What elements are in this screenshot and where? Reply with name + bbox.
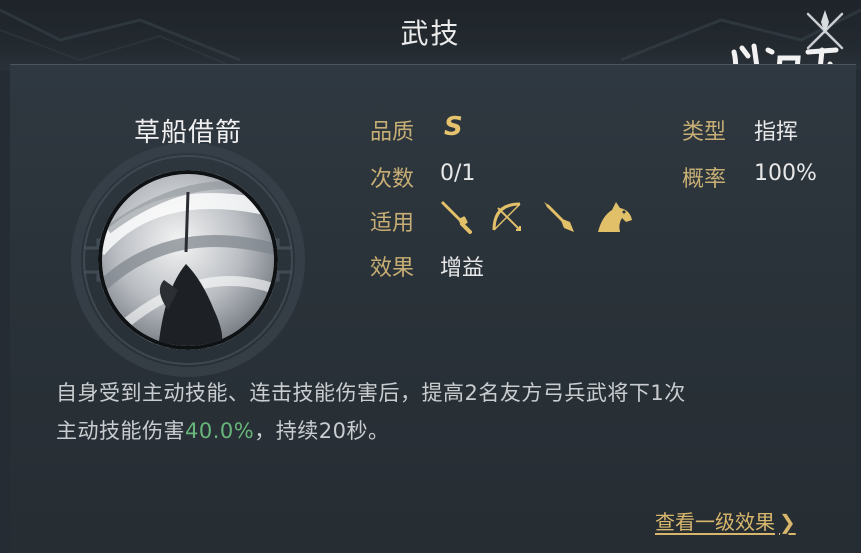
- description-line-2: 主动技能伤害40.0%，持续20秒。: [56, 412, 836, 450]
- view-level-one-effect-link[interactable]: 查看一级效果 ❯: [655, 506, 796, 535]
- description-text: 主动技能伤害: [56, 419, 185, 443]
- usable-label: 适用: [370, 211, 415, 236]
- effect-label: 效果: [370, 256, 415, 281]
- spear-icon: [544, 202, 574, 232]
- type-label: 类型: [682, 120, 727, 145]
- horse-icon: [598, 202, 632, 232]
- count-label: 次数: [370, 167, 415, 192]
- chance-value: 100%: [754, 161, 817, 186]
- skill-emblem-icon: [71, 143, 305, 377]
- type-value: 指挥: [754, 120, 799, 145]
- damage-bonus-value: 40.0%: [185, 419, 255, 443]
- chevron-right-icon[interactable]: ❯: [779, 510, 796, 534]
- chance-label: 概率: [682, 167, 727, 192]
- quality-label: 品质: [370, 120, 415, 145]
- effect-value: 增益: [440, 256, 485, 281]
- description-line-1: 自身受到主动技能、连击技能伤害后，提高2名友方弓兵武将下1次: [56, 381, 686, 405]
- sword-icon: [440, 200, 472, 234]
- quality-value: S: [444, 112, 463, 142]
- bow-icon: [492, 202, 521, 231]
- skill-description: 自身受到主动技能、连击技能伤害后，提高2名友方弓兵武将下1次 主动技能伤害40.…: [56, 374, 836, 450]
- description-text: ，持续20秒。: [254, 419, 390, 443]
- count-value: 0/1: [440, 161, 476, 186]
- view-level-one-effect-label[interactable]: 查看一级效果: [655, 510, 775, 534]
